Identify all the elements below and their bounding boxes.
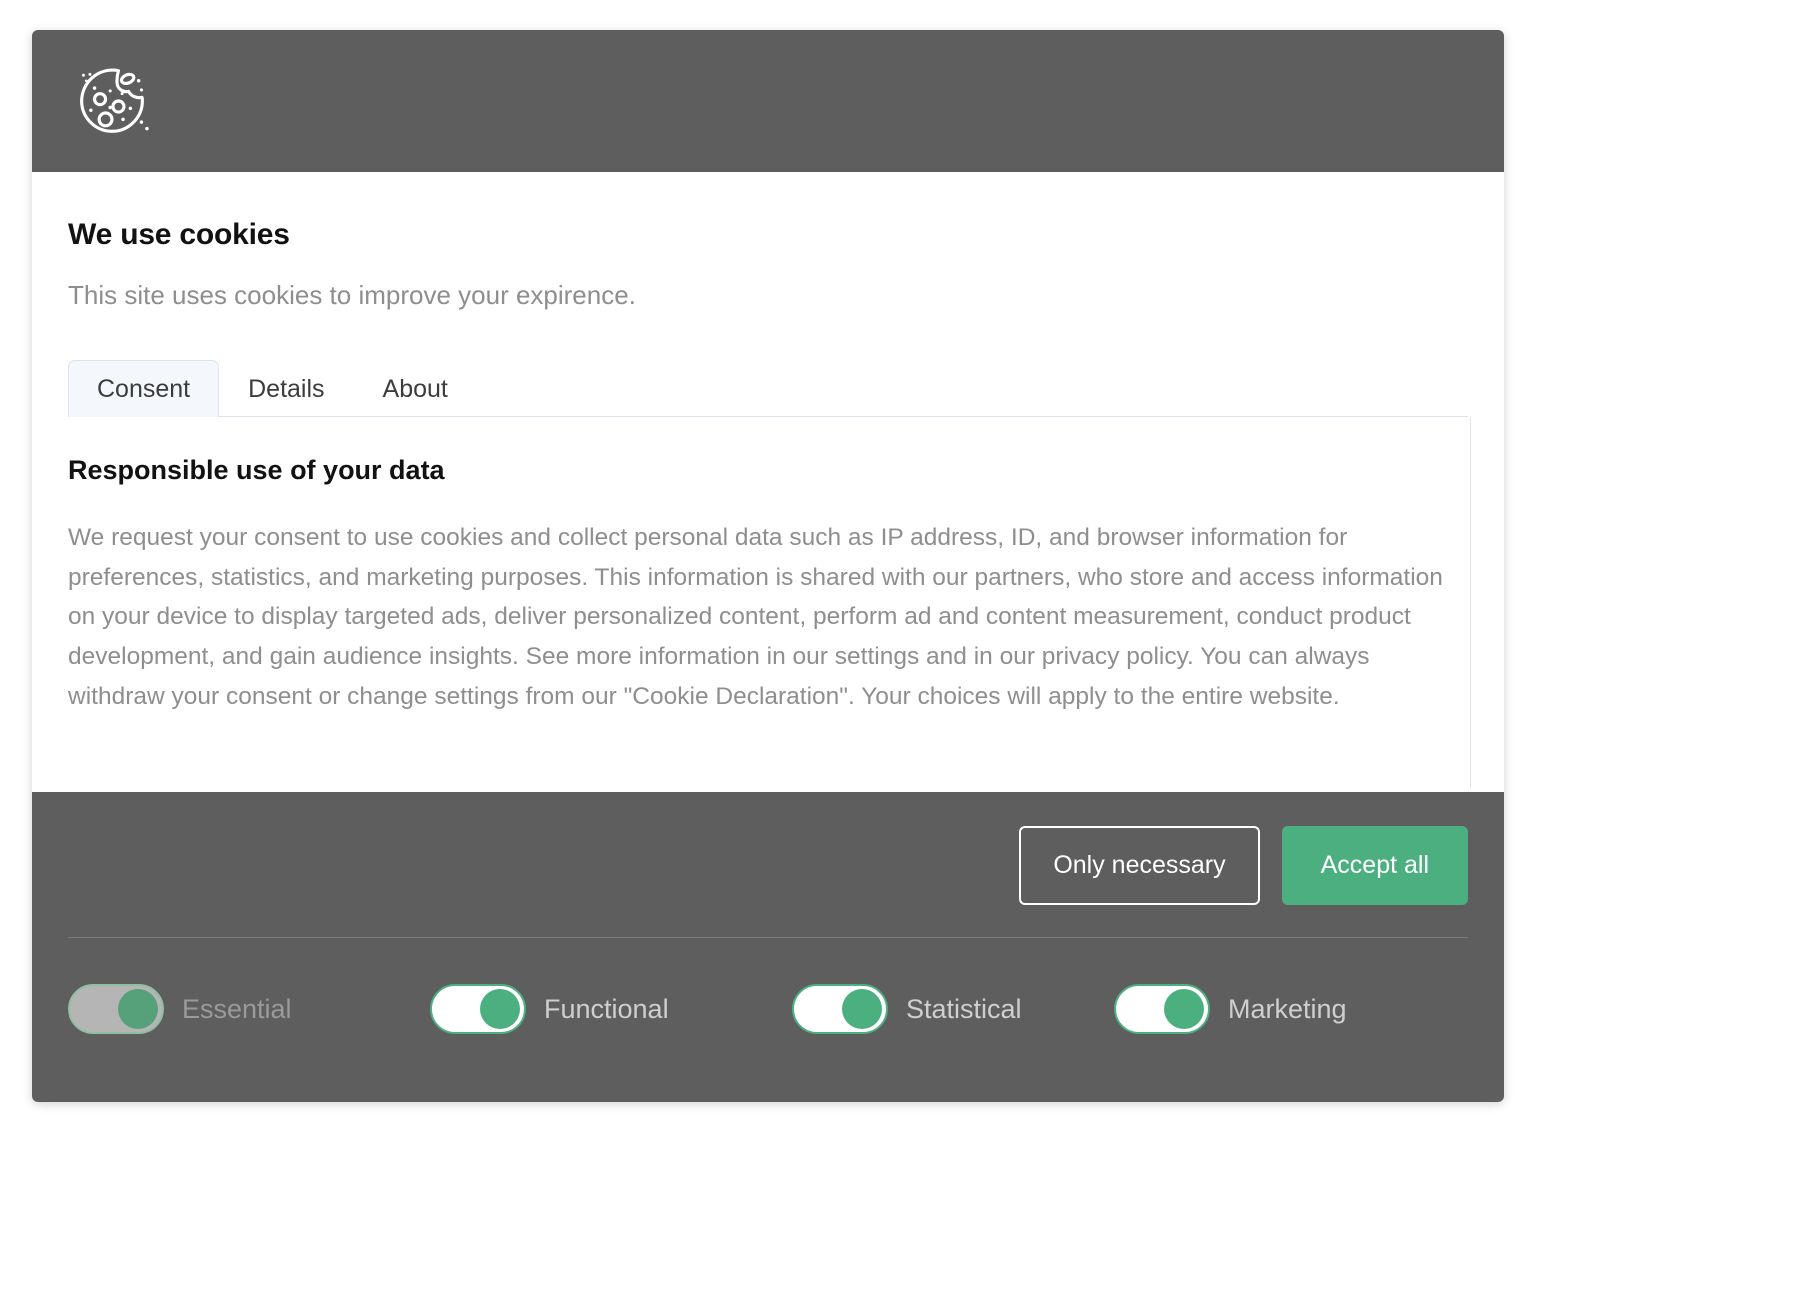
toggle-statistical[interactable] bbox=[792, 984, 888, 1034]
dialog-header bbox=[32, 30, 1504, 172]
panel-heading: Responsible use of your data bbox=[68, 455, 445, 485]
tab-about[interactable]: About bbox=[354, 360, 477, 418]
panel-body-text: We request your consent to use cookies a… bbox=[68, 524, 1443, 710]
toggle-item-marketing: Marketing bbox=[1114, 984, 1436, 1034]
cookie-icon bbox=[66, 55, 158, 147]
cookie-consent-dialog: We use cookies This site uses cookies to… bbox=[32, 30, 1504, 1102]
toggle-essential bbox=[68, 984, 164, 1034]
toggle-knob bbox=[118, 989, 158, 1029]
consent-panel: Responsible use of your data We request … bbox=[68, 417, 1471, 789]
toggle-knob bbox=[480, 989, 520, 1029]
dialog-body: We use cookies This site uses cookies to… bbox=[32, 172, 1504, 792]
tab-bar: Consent Details About bbox=[68, 355, 1468, 417]
page-title: We use cookies bbox=[68, 218, 290, 251]
toggle-functional[interactable] bbox=[430, 984, 526, 1034]
toggle-knob bbox=[842, 989, 882, 1029]
toggle-label-marketing: Marketing bbox=[1228, 993, 1347, 1024]
toggle-marketing[interactable] bbox=[1114, 984, 1210, 1034]
toggle-label-statistical: Statistical bbox=[906, 993, 1022, 1024]
toggle-item-functional: Functional bbox=[430, 984, 792, 1034]
toggle-label-essential: Essential bbox=[182, 993, 292, 1024]
toggle-item-essential: Essential bbox=[68, 984, 430, 1034]
tab-consent[interactable]: Consent bbox=[68, 359, 220, 417]
toggle-label-functional: Functional bbox=[544, 993, 669, 1024]
consent-toggle-row: Essential Functional Statistical Marketi… bbox=[68, 938, 1468, 1034]
dialog-footer: Only necessary Accept all Essential Func… bbox=[32, 792, 1504, 1102]
only-necessary-button[interactable]: Only necessary bbox=[1019, 826, 1260, 905]
panel-scrollbar[interactable] bbox=[1470, 417, 1471, 789]
accept-all-button[interactable]: Accept all bbox=[1281, 826, 1468, 905]
tab-details[interactable]: Details bbox=[219, 360, 353, 418]
footer-button-row: Only necessary Accept all bbox=[68, 792, 1468, 937]
dialog-subtitle: This site uses cookies to improve your e… bbox=[68, 280, 636, 310]
toggle-knob bbox=[1164, 989, 1204, 1029]
toggle-item-statistical: Statistical bbox=[792, 984, 1114, 1034]
